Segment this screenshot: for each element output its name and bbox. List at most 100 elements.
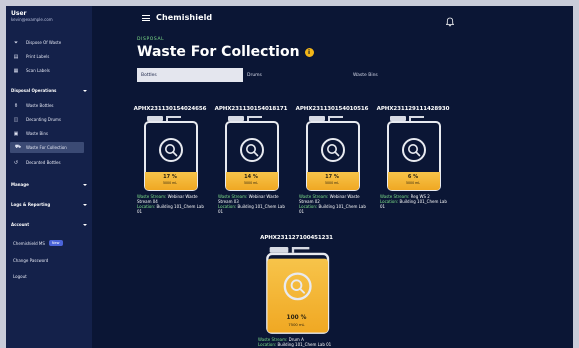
sidebar-item-label: Decanted Bottles <box>26 160 61 165</box>
fill-percent: 100 % <box>286 315 307 321</box>
location-value: Building 101_Chem Lab 01 <box>277 342 332 347</box>
jerrycan: 100 % 7500 mL <box>258 247 335 335</box>
container-card[interactable]: APHX231130154018171 14 % 5000 mL Waste S… <box>214 106 288 214</box>
container-meta: Waste Stream: Webinar Waste Stream 04 Lo… <box>137 194 209 214</box>
section-logs-reporting[interactable]: Logs & Reporting <box>11 200 87 209</box>
undo-icon: ↺ <box>13 159 19 166</box>
user-email: kevin@example.com <box>11 17 53 22</box>
tab-label: Bottles <box>141 72 157 78</box>
tab-drums[interactable]: Drums <box>243 68 349 82</box>
section-label: Logs & Reporting <box>11 202 51 207</box>
container-meta: Waste Stream: Webinar Waste Stream 02 Lo… <box>299 194 371 214</box>
tab-bar: Bottles Drums Waste Bins <box>137 68 450 82</box>
sidebar-item-label: Waste For Collection <box>26 145 67 150</box>
sidebar: User kevin@example.com ⏷ Dispose Of Wast… <box>6 6 92 348</box>
chevron-down-icon <box>83 223 87 226</box>
cap <box>390 116 406 121</box>
sidebar-item-change-password[interactable]: Change Password <box>13 258 48 263</box>
chevron-down-icon <box>83 89 87 92</box>
funnel-icon: ⏷ <box>13 39 18 46</box>
container-card[interactable]: APHX231127100451231 100 % 7500 mL Waste … <box>254 235 339 347</box>
truck-icon: ⛟ <box>14 144 22 150</box>
jerrycan: 17 % 5000 mL <box>137 116 203 192</box>
page-title-text: Waste For Collection <box>137 44 300 60</box>
breadcrumb: DISPOSAL <box>137 37 165 42</box>
bottle-icon: ⚱ <box>13 102 19 109</box>
container-volume: 5000 mL <box>324 181 339 185</box>
tab-label: Drums <box>247 72 262 78</box>
sidebar-item-chemishield-ms[interactable]: Chemishield MS New <box>13 240 63 246</box>
sidebar-item-label: Scan Labels <box>26 68 50 73</box>
section-disposal-operations[interactable]: Disposal Operations <box>11 86 87 95</box>
container-volume: 5000 mL <box>162 181 177 185</box>
section-manage[interactable]: Manage <box>11 180 87 189</box>
tab-waste-bins[interactable]: Waste Bins <box>349 68 450 82</box>
container-meta: Waste Stream: Drum A Location: Building … <box>258 337 341 347</box>
app-name: Chemishield <box>156 13 213 22</box>
jerrycan: 6 % 5000 mL <box>380 116 446 192</box>
jerrycan-graphic <box>266 247 330 334</box>
sidebar-item-waste-bins[interactable]: ▣ Waste Bins <box>6 128 92 139</box>
container-volume: 7500 mL <box>288 323 305 327</box>
sidebar-item-decanting-drums[interactable]: ◫ Decanting Drums <box>6 114 92 125</box>
sidebar-item-decanted-bottles[interactable]: ↺ Decanted Bottles <box>6 157 92 168</box>
fill-percent: 14 % <box>244 174 258 180</box>
sidebar-item-label: Dispose Of Waste <box>26 40 62 45</box>
section-label: Account <box>11 222 30 227</box>
section-label: Manage <box>11 182 29 187</box>
jerrycan: 17 % 5000 mL <box>299 116 365 192</box>
container-meta: Waste Stream: Webinar Waste Stream 03 Lo… <box>218 194 290 214</box>
container-card[interactable]: APHX231129111428930 6 % 5000 mL Waste St… <box>376 106 450 209</box>
cap <box>228 116 244 121</box>
chevron-down-icon <box>83 183 87 186</box>
app-window: User kevin@example.com ⏷ Dispose Of Wast… <box>6 6 573 348</box>
drum-icon: ◫ <box>13 116 19 123</box>
cap <box>309 116 325 121</box>
sidebar-item-scan-labels[interactable]: ▦ Scan Labels <box>6 65 92 76</box>
bell-icon[interactable] <box>445 12 455 27</box>
printer-icon: ▤ <box>13 53 19 60</box>
cap <box>147 116 163 121</box>
fill-level <box>267 258 328 333</box>
sidebar-item-label: Change Password <box>13 258 49 263</box>
sidebar-item-label: Print Labels <box>26 54 50 59</box>
sidebar-item-dispose-of-waste[interactable]: ⏷ Dispose Of Waste <box>6 37 92 48</box>
sidebar-item-waste-bottles[interactable]: ⚱ Waste Bottles <box>6 100 92 111</box>
qr-code-icon: ▦ <box>13 67 19 74</box>
section-label: Disposal Operations <box>11 88 57 93</box>
container-id: APHX231130154010516 <box>295 106 369 112</box>
sidebar-item-waste-for-collection[interactable]: ⛟ Waste For Collection <box>10 142 84 153</box>
fill-percent: 17 % <box>163 174 177 180</box>
user-name: User <box>11 10 27 17</box>
container-volume: 5000 mL <box>405 181 420 185</box>
sidebar-item-print-labels[interactable]: ▤ Print Labels <box>6 51 92 62</box>
container-meta: Waste Stream: Reg WS 2 Location: Buildin… <box>380 194 452 209</box>
new-badge: New <box>48 240 63 246</box>
user-profile[interactable]: User kevin@example.com <box>6 6 92 26</box>
bin-icon: ▣ <box>13 130 19 137</box>
container-id: APHX231127100451231 <box>260 235 333 241</box>
sidebar-item-label: Chemishield MS <box>13 240 45 246</box>
tab-bottles[interactable]: Bottles <box>137 68 243 82</box>
container-id: APHX231129111428930 <box>376 106 450 112</box>
tab-label: Waste Bins <box>353 72 378 78</box>
container-id: APHX231130154024656 <box>133 106 207 112</box>
jerrycan: 14 % 5000 mL <box>218 116 284 192</box>
location-key: Location: <box>258 342 277 347</box>
sidebar-item-label: Decanting Drums <box>26 117 61 122</box>
fill-percent: 17 % <box>325 174 339 180</box>
container-card[interactable]: APHX231130154024656 17 % 5000 mL Waste S… <box>133 106 207 214</box>
sidebar-item-label: Logout <box>13 274 27 279</box>
hamburger-menu-icon[interactable] <box>142 15 150 21</box>
container-card[interactable]: APHX231130154010516 17 % 5000 mL Waste S… <box>295 106 369 214</box>
sidebar-item-logout[interactable]: Logout <box>13 274 27 279</box>
fill-percent: 6 % <box>407 174 419 180</box>
section-account[interactable]: Account <box>11 220 87 229</box>
info-icon[interactable]: i <box>304 47 314 57</box>
container-id: APHX231130154018171 <box>214 106 288 112</box>
cap <box>269 247 289 253</box>
container-volume: 5000 mL <box>243 181 258 185</box>
chevron-down-icon <box>83 203 87 206</box>
page-title: Waste For Collection i <box>137 44 314 60</box>
top-bar: Chemishield <box>92 6 573 32</box>
